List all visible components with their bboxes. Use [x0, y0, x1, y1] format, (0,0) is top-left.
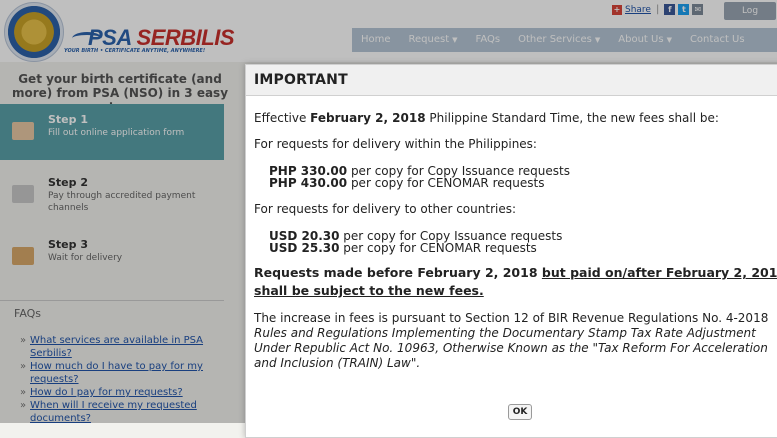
local-fee-list: PHP 330.00 per copy for Copy Issuance re…	[254, 165, 777, 189]
text-segment: The increase in fees is pursuant to Sect…	[254, 311, 769, 325]
fee-description: per copy for CENOMAR requests	[339, 241, 537, 255]
international-fee-list: USD 20.30 per copy for Copy Issuance req…	[254, 230, 777, 254]
regulation-title: Rules and Regulations Implementing the D…	[254, 326, 768, 370]
dialog-header: IMPORTANT	[246, 65, 777, 96]
fee-description: per copy for CENOMAR requests	[347, 176, 545, 190]
effective-date: February 2, 2018	[310, 111, 426, 125]
effective-date-text: Effective February 2, 2018 Philippine St…	[254, 111, 777, 125]
international-delivery-intro: For requests for delivery to other count…	[254, 202, 517, 216]
legal-basis-text: The increase in fees is pursuant to Sect…	[254, 311, 777, 371]
fee-amount: USD 25.30	[269, 241, 340, 255]
text-segment: Philippine Standard Time, the new fees s…	[425, 111, 719, 125]
local-delivery-intro: For requests for delivery within the Phi…	[254, 137, 537, 151]
important-notice-dialog: IMPORTANT Effective February 2, 2018 Phi…	[245, 64, 777, 438]
warning-underlined-text: but paid on/after February 2, 2018	[541, 265, 777, 280]
warning-text: Requests made before February 2, 2018	[254, 265, 542, 280]
fee-warning: Requests made before February 2, 2018 bu…	[254, 264, 777, 300]
fee-line: PHP 430.00 per copy for CENOMAR requests	[269, 177, 777, 189]
dialog-title: IMPORTANT	[254, 72, 348, 88]
warning-underlined-text: shall be subject to the new fees.	[254, 283, 484, 298]
fee-line: USD 25.30 per copy for CENOMAR requests	[269, 242, 777, 254]
ok-button[interactable]: OK	[508, 404, 532, 420]
text-segment: Effective	[254, 111, 311, 125]
dialog-body: Effective February 2, 2018 Philippine St…	[254, 111, 777, 371]
fee-amount: PHP 430.00	[269, 176, 348, 190]
